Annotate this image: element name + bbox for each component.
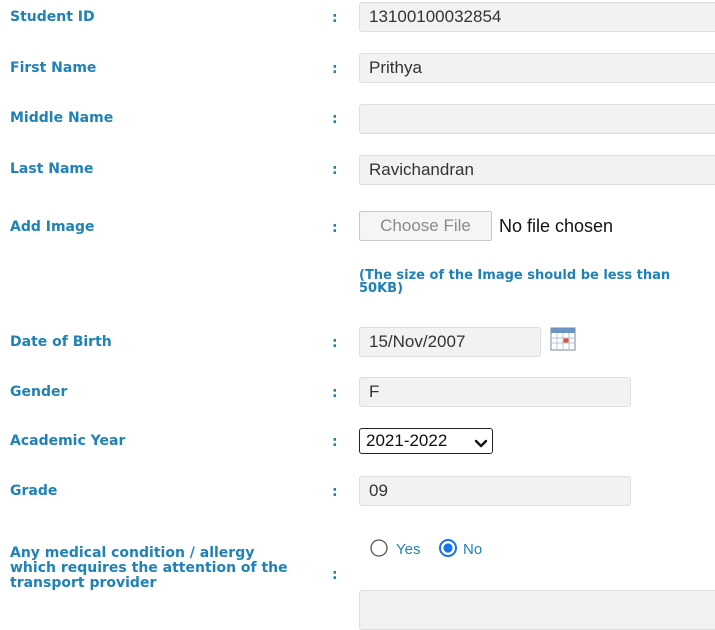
last-name-field[interactable]: Ravichandran — [359, 155, 715, 185]
date-of-birth-label: Date of Birth — [10, 334, 112, 350]
image-size-hint: (The size of the Image should be less th… — [359, 268, 671, 296]
gender-label: Gender — [10, 384, 68, 400]
academic-year-label: Academic Year — [10, 433, 126, 449]
first-name-field[interactable]: Prithya — [359, 53, 715, 83]
medical-yes-label[interactable]: Yes — [396, 541, 420, 558]
choose-file-button[interactable]: Choose File — [359, 211, 492, 241]
date-of-birth-colon: : — [332, 335, 338, 351]
chevron-down-icon — [474, 435, 488, 455]
student-id-label: Student ID — [10, 9, 95, 25]
middle-name-colon: : — [332, 111, 338, 127]
medical-no-label[interactable]: No — [463, 541, 482, 558]
add-image-colon: : — [332, 220, 338, 236]
academic-year-colon: : — [332, 434, 338, 450]
medical-no-radio[interactable] — [439, 539, 457, 557]
calendar-icon[interactable] — [550, 327, 576, 355]
medical-condition-label: Any medical condition / allergy which re… — [10, 545, 288, 591]
first-name-colon: : — [332, 61, 338, 77]
middle-name-label: Middle Name — [10, 110, 114, 126]
gender-colon: : — [332, 385, 338, 401]
student-id-colon: : — [332, 10, 338, 26]
first-name-label: First Name — [10, 60, 97, 76]
medical-condition-colon: : — [332, 567, 338, 583]
middle-name-field[interactable] — [359, 104, 715, 134]
gender-field[interactable]: F — [359, 377, 631, 407]
academic-year-select[interactable]: 2021-2022 — [359, 428, 493, 454]
medical-details-field[interactable] — [359, 590, 715, 630]
add-image-label: Add Image — [10, 219, 95, 235]
medical-yes-radio[interactable] — [370, 539, 388, 557]
grade-colon: : — [332, 484, 338, 500]
file-status-text: No file chosen — [499, 216, 614, 236]
last-name-label: Last Name — [10, 161, 94, 177]
student-id-field[interactable]: 13100100032854 — [359, 2, 715, 32]
academic-year-selected: 2021-2022 — [366, 431, 448, 450]
date-of-birth-field[interactable]: 15/Nov/2007 — [359, 327, 541, 357]
grade-label: Grade — [10, 483, 58, 499]
last-name-colon: : — [332, 162, 338, 178]
grade-field[interactable]: 09 — [359, 476, 631, 506]
